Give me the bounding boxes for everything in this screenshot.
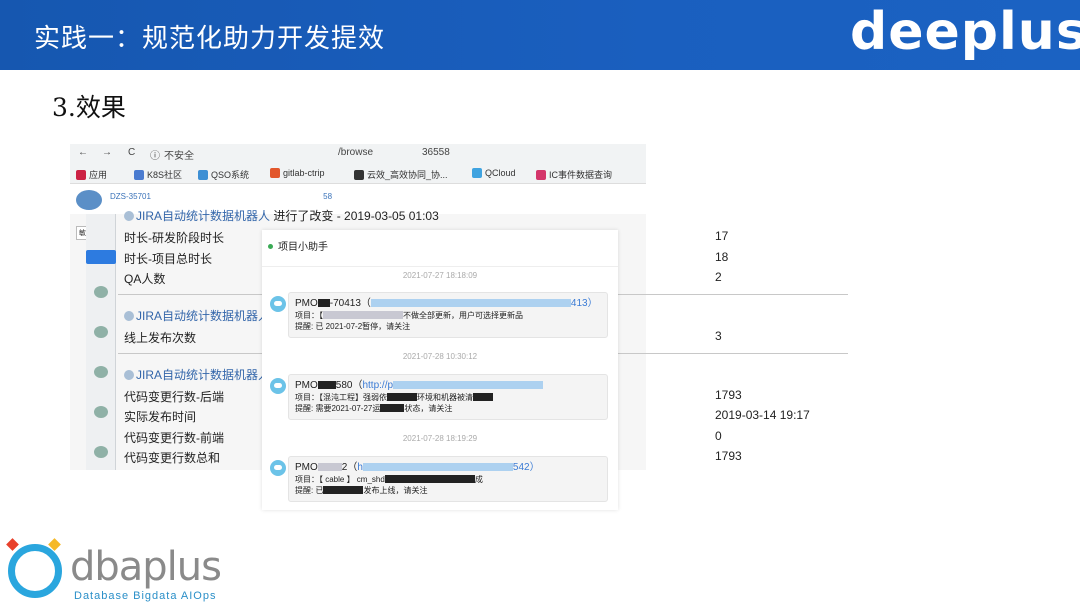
back-icon[interactable]: ← — [78, 147, 88, 158]
robot-avatar-icon — [94, 366, 108, 378]
redacted-text — [380, 404, 405, 412]
gitlab-icon — [270, 168, 280, 178]
security-label: 不安全 — [164, 151, 194, 162]
project-avatar — [76, 190, 102, 210]
bookmark-qso[interactable]: QSO系统 — [198, 168, 249, 181]
field-value: 1793 — [715, 388, 742, 402]
k8s-icon — [134, 170, 144, 180]
chat-message: PMO 580（http://p 项目：【混沌工程】强弱依 环境和机器被清 提醒: … — [288, 374, 608, 420]
field-value: 2 — [715, 270, 722, 284]
redacted-text — [317, 381, 336, 389]
field-value: 0 — [715, 429, 722, 443]
forward-icon[interactable]: → — [102, 147, 112, 158]
divider — [262, 266, 618, 267]
breadcrumb[interactable]: DZS-35701 58 — [110, 192, 332, 201]
field-name: 代码变更行数-后端 — [124, 390, 224, 404]
logo-wordmark: dbaplus — [70, 544, 222, 590]
message-link[interactable]: 413） — [571, 298, 598, 309]
qcloud-icon — [472, 168, 482, 178]
robot-avatar-icon — [94, 446, 108, 458]
ic-icon — [536, 170, 546, 180]
bot-avatar-icon — [270, 296, 286, 312]
activity-action: 进行了改变 - 2019-03-05 01:03 — [273, 209, 439, 223]
redacted-text — [317, 463, 342, 471]
field-name: 时长-项目总时长 — [124, 252, 212, 266]
message-timestamp: 2021-07-27 18:18:09 — [402, 271, 478, 280]
section-heading: 3.效果 — [52, 93, 126, 122]
field-value: 3 — [715, 329, 722, 343]
header-banner: 实践一：规范化助力开发提效 deeplus — [0, 0, 1080, 70]
chat-window: 项目小助手 2021-07-27 18:18:09 PMO -70413（ 413）… — [262, 230, 618, 510]
field-value: 17 — [715, 229, 729, 243]
online-dot-icon — [268, 244, 273, 249]
robot-icon — [124, 211, 134, 221]
info-icon: ⓘ — [150, 151, 160, 162]
url-id: 36558 — [422, 147, 450, 158]
slide-title: 实践一：规范化助力开发提效 — [34, 24, 386, 54]
redacted-text — [323, 486, 364, 494]
edit-button[interactable] — [86, 250, 116, 264]
activity-author[interactable]: JIRA自动统计数据机器人 — [124, 307, 270, 324]
bookmark-yunxiao[interactable]: 云效_高效协同_协... — [354, 168, 448, 181]
field-name: 代码变更行数-前端 — [124, 431, 224, 445]
url-fragment: /browse — [338, 147, 374, 158]
address-bar[interactable]: ← → C ⓘ 不安全 /browse 36558 — [70, 144, 646, 162]
field-name: 时长-研发阶段时长 — [124, 231, 224, 245]
bookmark-ic[interactable]: IC事件数据查询 — [536, 168, 612, 181]
activity-author[interactable]: JIRA自动统计数据机器人 进行了改变 - 2019-03-05 01:03 — [124, 207, 439, 224]
field-value: 1793 — [715, 449, 742, 463]
redacted-text — [323, 311, 403, 319]
redacted-text — [473, 393, 493, 401]
chat-message: PMO -70413（ 413） 项目：【 不做全部更新，用户可选择更新品 提醒: 已… — [288, 292, 608, 338]
activity-author[interactable]: JIRA自动统计数据机器人 — [124, 366, 270, 383]
dbaplus-logo: dbaplus Database Bigdata AIOps — [4, 538, 234, 606]
bot-avatar-icon — [270, 378, 286, 394]
message-link[interactable]: http://p — [362, 380, 393, 391]
logo-spark-icon — [6, 538, 19, 551]
field-name: 实际发布时间 — [124, 410, 197, 424]
yunxiao-icon — [354, 170, 364, 180]
deeplus-logo: deeplus — [850, 2, 1080, 62]
bookmark-gitlab[interactable]: gitlab-ctrip — [270, 168, 325, 178]
bookmark-k8s[interactable]: K8S社区 — [134, 168, 182, 181]
redacted-link — [393, 381, 544, 389]
bookmarks-bar: 应用 K8S社区 QSO系统 gitlab-ctrip 云效_高效协同_协...… — [70, 162, 646, 184]
field-name: 代码变更行数总和 — [124, 451, 221, 465]
robot-icon — [124, 370, 134, 380]
apps-grid-icon — [76, 170, 86, 180]
reload-icon[interactable]: C — [128, 147, 135, 158]
activity-sidebar — [86, 214, 116, 470]
robot-avatar-icon — [94, 406, 108, 418]
redacted-link — [370, 299, 571, 307]
redacted-text — [384, 475, 475, 483]
message-timestamp: 2021-07-28 10:30:12 — [402, 352, 478, 361]
redacted-text — [317, 299, 330, 307]
robot-avatar-icon — [94, 286, 108, 298]
logo-tagline: Database Bigdata AIOps — [74, 590, 217, 602]
field-name: 线上发布次数 — [124, 331, 197, 345]
bot-avatar-icon — [270, 460, 286, 476]
bookmark-qcloud[interactable]: QCloud — [472, 168, 516, 178]
field-value: 18 — [715, 250, 729, 264]
redacted-text — [387, 393, 417, 401]
redacted-link — [362, 463, 513, 471]
logo-circle-icon — [8, 544, 62, 598]
robot-icon — [124, 311, 134, 321]
robot-avatar-icon — [94, 326, 108, 338]
qso-icon — [198, 170, 208, 180]
field-name: QA人数 — [124, 272, 166, 286]
message-timestamp: 2021-07-28 18:19:29 — [402, 434, 478, 443]
chat-message: PMO 2（h 542） 项目：【 cable 】 cm_shd 成 提醒: 已发布上… — [288, 456, 608, 502]
field-value: 2019-03-14 19:17 — [715, 408, 810, 422]
apps-bookmark[interactable]: 应用 — [76, 168, 107, 181]
chat-title: 项目小助手 — [268, 238, 328, 253]
